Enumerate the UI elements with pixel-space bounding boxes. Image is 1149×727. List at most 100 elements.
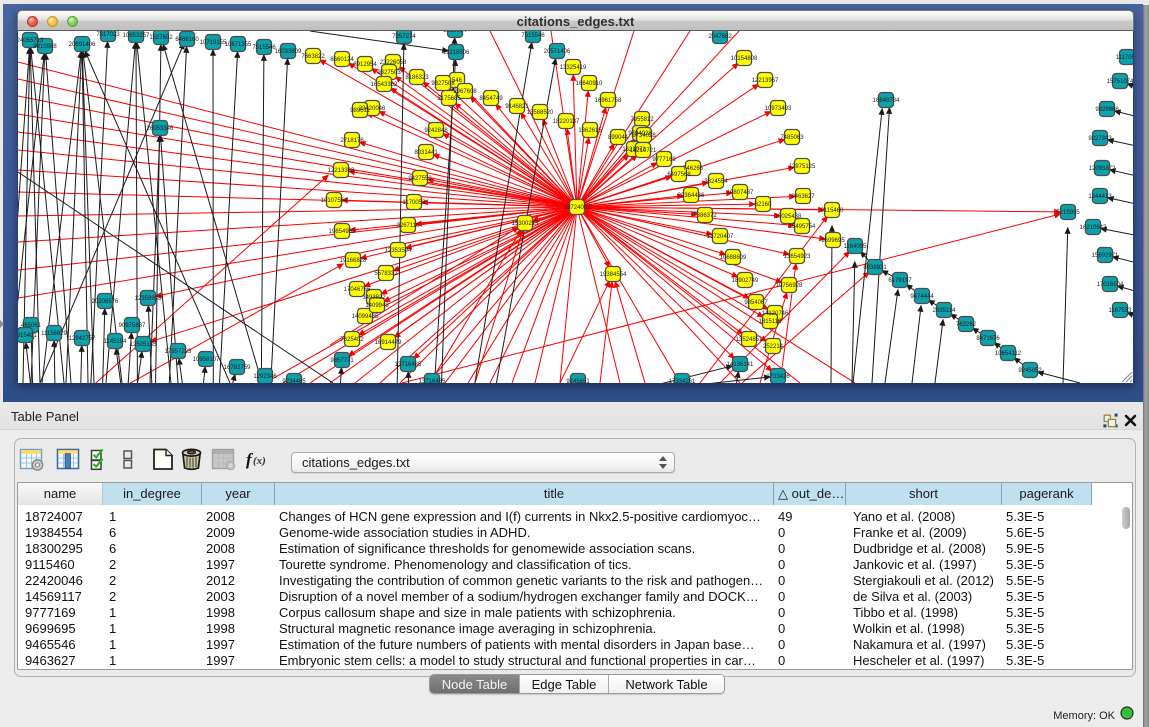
- svg-text:10807487: 10807487: [727, 190, 754, 196]
- svg-text:12213383: 12213383: [328, 168, 355, 174]
- svg-text:10154808: 10154808: [731, 56, 758, 62]
- svg-text:16210721: 16210721: [630, 148, 657, 154]
- svg-text:16033809: 16033809: [275, 49, 302, 55]
- svg-text:17334261: 17334261: [669, 379, 696, 383]
- svg-text:9234485: 9234485: [282, 379, 306, 383]
- svg-text:62160: 62160: [755, 202, 772, 208]
- svg-text:3267110: 3267110: [397, 223, 421, 229]
- svg-text:763262: 763262: [956, 322, 977, 328]
- svg-text:5215955: 5215955: [1056, 210, 1080, 216]
- svg-text:1815112: 1815112: [759, 319, 783, 325]
- svg-text:13524851: 13524851: [736, 337, 763, 343]
- svg-text:13720407: 13720407: [707, 234, 734, 240]
- svg-text:15495754: 15495754: [789, 224, 816, 230]
- svg-text:9463627: 9463627: [791, 194, 815, 200]
- svg-text:14120746: 14120746: [762, 311, 789, 317]
- svg-text:1164095: 1164095: [844, 244, 868, 250]
- svg-text:9115460: 9115460: [821, 208, 845, 214]
- svg-text:8454749: 8454749: [479, 96, 503, 102]
- svg-text:13716485: 13716485: [419, 379, 446, 383]
- svg-text:9810988: 9810988: [33, 44, 57, 50]
- svg-text:1145194: 1145194: [104, 339, 128, 345]
- svg-text:26053346: 26053346: [147, 126, 174, 132]
- svg-text:16640910: 16640910: [576, 81, 603, 87]
- svg-text:7955812: 7955812: [630, 117, 654, 123]
- svg-text:8813054: 8813054: [443, 31, 467, 34]
- svg-text:10025438: 10025438: [775, 214, 802, 220]
- svg-text:10958107: 10958107: [193, 357, 220, 363]
- svg-text:9227343: 9227343: [1088, 136, 1112, 142]
- svg-text:3175685: 3175685: [437, 96, 461, 102]
- svg-text:17957223: 17957223: [165, 349, 192, 355]
- svg-text:18724007: 18724007: [564, 205, 591, 211]
- svg-text:12359928: 12359928: [135, 296, 162, 302]
- svg-text:3493822: 3493822: [362, 295, 386, 301]
- svg-text:10719155: 10719155: [200, 40, 227, 46]
- svg-text:15300213: 15300213: [512, 221, 539, 227]
- svg-text:8660124: 8660124: [330, 57, 354, 63]
- svg-text:(x): (x): [253, 455, 266, 467]
- svg-text:15751074: 15751074: [1107, 79, 1133, 85]
- svg-text:8912954: 8912954: [353, 62, 377, 68]
- svg-text:19218506: 19218506: [443, 50, 470, 56]
- svg-text:9327508: 9327508: [431, 81, 455, 87]
- svg-text:899044: 899044: [608, 135, 629, 141]
- svg-text:10853257: 10853257: [123, 33, 150, 39]
- svg-text:16782759: 16782759: [224, 365, 251, 371]
- svg-text:1292346: 1292346: [253, 374, 277, 380]
- svg-text:13588520: 13588520: [527, 110, 554, 116]
- svg-text:6179197: 6179197: [888, 278, 912, 284]
- svg-text:15692971: 15692971: [1092, 253, 1119, 259]
- svg-text:5578332: 5578332: [374, 271, 398, 277]
- svg-text:9427552: 9427552: [408, 176, 432, 182]
- svg-text:12942757: 12942757: [69, 336, 96, 342]
- svg-text:12505135: 12505135: [130, 342, 157, 348]
- svg-text:7515546: 7515546: [252, 45, 276, 51]
- svg-text:7625402: 7625402: [340, 337, 364, 343]
- svg-text:252214: 252214: [763, 344, 784, 350]
- svg-text:16543362: 16543362: [371, 82, 398, 88]
- svg-text:11156829: 11156829: [41, 331, 67, 337]
- svg-text:1167533: 1167533: [1109, 308, 1133, 314]
- svg-text:6497568: 6497568: [667, 172, 691, 178]
- svg-text:8186323: 8186323: [405, 75, 429, 81]
- svg-text:8938921: 8938921: [863, 265, 887, 271]
- svg-text:12213967: 12213967: [752, 78, 779, 84]
- svg-text:12975125: 12975125: [789, 164, 816, 170]
- svg-text:7386372: 7386372: [693, 213, 717, 219]
- svg-text:10654112: 10654112: [995, 351, 1022, 357]
- svg-text:19166828: 19166828: [340, 258, 367, 264]
- svg-text:7317023: 7317023: [96, 32, 120, 38]
- svg-text:989611: 989611: [350, 108, 370, 114]
- svg-text:9699695: 9699695: [821, 238, 845, 244]
- svg-text:7357274: 7357274: [392, 34, 416, 40]
- svg-text:1362615: 1362615: [578, 128, 602, 134]
- svg-text:7515546: 7515546: [521, 33, 545, 39]
- svg-text:9327503: 9327503: [377, 70, 401, 76]
- svg-text:19654983: 19654983: [329, 229, 356, 235]
- svg-text:10973493: 10973493: [765, 106, 792, 112]
- svg-text:12093872: 12093872: [1089, 166, 1116, 172]
- svg-text:9242848: 9242848: [424, 128, 448, 134]
- svg-text:7663822: 7663822: [301, 54, 325, 60]
- svg-text:20571406: 20571406: [544, 49, 571, 55]
- svg-text:20206576: 20206576: [92, 299, 119, 305]
- svg-text:13325419: 13325419: [560, 65, 587, 71]
- svg-text:12353594: 12353594: [385, 248, 412, 254]
- svg-text:20364436: 20364436: [678, 193, 705, 199]
- svg-text:10107554: 10107554: [321, 198, 348, 204]
- svg-text:6466160: 6466160: [175, 37, 199, 43]
- svg-text:9777169: 9777169: [652, 157, 676, 163]
- svg-text:8031441: 8031441: [414, 150, 438, 156]
- svg-text:16914479: 16914479: [375, 340, 402, 346]
- svg-text:1409948: 1409948: [365, 303, 389, 309]
- svg-text:1117053: 1117053: [1116, 55, 1133, 61]
- svg-text:3824554: 3824554: [704, 179, 728, 185]
- svg-text:2967608: 2967608: [453, 89, 477, 95]
- svg-text:16961758: 16961758: [595, 98, 622, 104]
- svg-text:14136141: 14136141: [727, 362, 754, 368]
- svg-text:19384554: 19384554: [600, 272, 627, 278]
- svg-text:9245652: 9245652: [1018, 368, 1042, 374]
- svg-text:2935114: 2935114: [933, 308, 957, 314]
- svg-text:17016504: 17016504: [1097, 282, 1124, 288]
